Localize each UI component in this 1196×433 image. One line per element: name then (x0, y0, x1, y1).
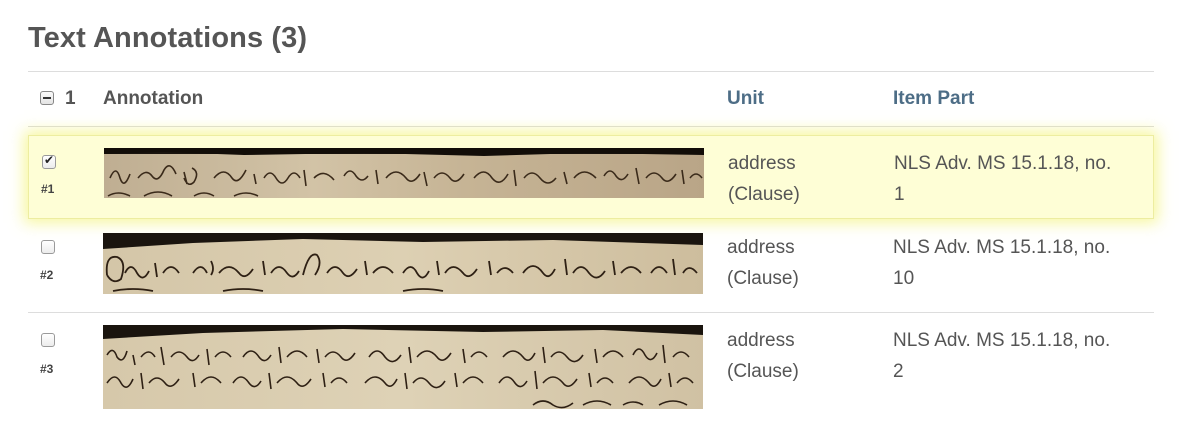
selected-count: 1 (65, 88, 76, 109)
item-part-cell[interactable]: NLS Adv. MS 15.1.18, no. 10 (893, 232, 1153, 294)
unit-type: (Clause) (727, 361, 799, 382)
unit-cell: address (Clause) (727, 232, 799, 294)
table-header: 1 Annotation Unit Item Part (28, 72, 1154, 126)
manuscript-image (104, 148, 704, 198)
item-part-line1: NLS Adv. MS 15.1.18, no. (894, 153, 1112, 174)
header-divider (28, 126, 1154, 127)
row-divider (28, 312, 1154, 313)
item-part-line2: 10 (893, 268, 915, 289)
annotation-column-header: Annotation (103, 88, 204, 109)
section-title: Text Annotations (3) (28, 22, 308, 54)
unit-column-header[interactable]: Unit (727, 88, 764, 110)
unit-name: address (728, 153, 796, 174)
annotation-image[interactable] (103, 233, 703, 294)
item-part-line2: 2 (893, 361, 904, 382)
item-part-line1: NLS Adv. MS 15.1.18, no. (893, 237, 1111, 258)
row-checkbox[interactable] (41, 240, 55, 254)
item-part-line2: 1 (894, 184, 905, 205)
item-part-cell[interactable]: NLS Adv. MS 15.1.18, no. 2 (893, 325, 1153, 387)
unit-cell: address (Clause) (728, 148, 800, 210)
table-row[interactable]: #1 address (Clause) (28, 135, 1154, 219)
table-row[interactable]: #2 address (Clause) NLS Adv. MS 15.1.18,… (28, 226, 1154, 312)
unit-cell: address (Clause) (727, 325, 799, 387)
annotation-image[interactable] (104, 148, 704, 198)
select-all-checkbox[interactable] (40, 91, 54, 105)
unit-name: address (727, 330, 795, 351)
row-number: #1 (41, 182, 55, 196)
unit-name: address (727, 237, 795, 258)
manuscript-image (103, 325, 703, 409)
annotation-image[interactable] (103, 325, 703, 409)
row-checkbox[interactable] (42, 153, 56, 169)
manuscript-image (103, 233, 703, 294)
table-row[interactable]: #3 address (Clause) NLS Adv. MS 15.1.18,… (28, 319, 1154, 419)
item-part-line1: NLS Adv. MS 15.1.18, no. (893, 330, 1111, 351)
row-number: #2 (40, 268, 54, 282)
row-number: #3 (40, 362, 54, 376)
item-part-cell[interactable]: NLS Adv. MS 15.1.18, no. 1 (894, 148, 1154, 210)
unit-type: (Clause) (728, 184, 800, 205)
unit-type: (Clause) (727, 268, 799, 289)
row-checkbox[interactable] (41, 333, 55, 347)
item-part-column-header[interactable]: Item Part (893, 88, 974, 110)
